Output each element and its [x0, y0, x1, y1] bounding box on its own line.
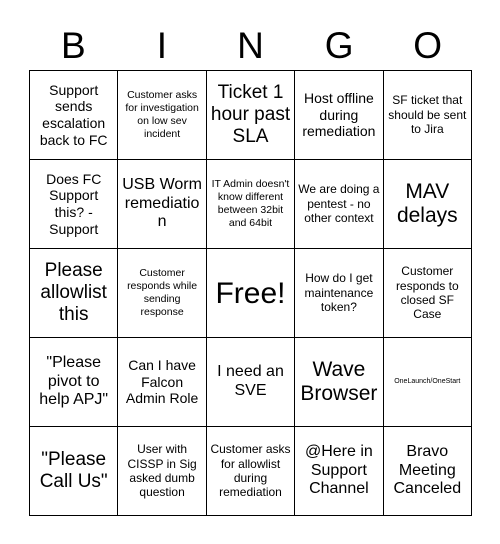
bingo-cell-label: "Please Call Us"	[39, 448, 108, 492]
header-letter-n: N	[237, 24, 264, 66]
bingo-cell[interactable]: "Please pivot to help APJ"	[30, 338, 119, 427]
bingo-cell[interactable]: "Please Call Us"	[30, 427, 119, 516]
bingo-cell-label: Customer asks for investigation on low s…	[125, 89, 199, 140]
bingo-cell-label: Free!	[215, 276, 286, 310]
bingo-cell-label: Ticket 1 hour past SLA	[210, 81, 291, 148]
bingo-cell-label: Can I have Falcon Admin Role	[125, 357, 199, 407]
bingo-cell[interactable]: SF ticket that should be sent to Jira	[383, 71, 472, 160]
header-letter-i: I	[156, 24, 168, 66]
bingo-cell-label: SF ticket that should be sent to Jira	[388, 93, 467, 137]
bingo-cell[interactable]: Customer asks for allowlist during remed…	[206, 427, 296, 516]
bingo-cell-label: OneLaunch/OneStart	[394, 377, 461, 385]
bingo-cell-label: User with CISSP in Sig asked dumb questi…	[127, 442, 197, 500]
bingo-cell[interactable]: Please allowlist this	[30, 249, 119, 338]
bingo-cell[interactable]: Free!	[206, 249, 296, 338]
bingo-cell[interactable]: OneLaunch/OneStart	[383, 338, 472, 427]
bingo-cell[interactable]: MAV delays	[383, 160, 472, 249]
bingo-cell-label: @Here in Support Channel	[304, 442, 373, 498]
bingo-cell-label: Host offline during remediation	[302, 90, 376, 140]
bingo-cell[interactable]: IT Admin doesn't know different between …	[206, 160, 296, 249]
bingo-card: B I N G O Support sends escalation back …	[0, 0, 500, 544]
bingo-cell[interactable]: Support sends escalation back to FC	[30, 71, 119, 160]
bingo-cell-label: Does FC Support this? - Support	[46, 170, 102, 237]
bingo-cell-label: Customer responds to closed SF Case	[395, 264, 459, 322]
header-letter-b: B	[60, 24, 86, 66]
bingo-cell-label: Customer responds while sending response	[127, 267, 198, 318]
bingo-grid: Support sends escalation back to FC Custo…	[29, 70, 472, 516]
bingo-cell[interactable]: I need an SVE	[206, 338, 296, 427]
bingo-cell-label: How do I get maintenance token?	[304, 271, 374, 315]
bingo-cell[interactable]: Customer responds to closed SF Case	[383, 249, 472, 338]
bingo-header: B I N G O	[29, 22, 472, 68]
bingo-cell-label: We are doing a pentest - no other contex…	[298, 182, 380, 226]
bingo-cell[interactable]: Can I have Falcon Admin Role	[118, 338, 207, 427]
bingo-cell[interactable]: Customer asks for investigation on low s…	[118, 71, 207, 160]
bingo-cell-label: I need an SVE	[217, 363, 284, 399]
bingo-cell-label: Support sends escalation back to FC	[39, 81, 108, 148]
bingo-cell-label: MAV delays	[396, 180, 458, 227]
bingo-cell[interactable]: Host offline during remediation	[295, 71, 384, 160]
bingo-cell[interactable]: We are doing a pentest - no other contex…	[295, 160, 384, 249]
bingo-cell[interactable]: Ticket 1 hour past SLA	[206, 71, 296, 160]
bingo-cell[interactable]: Does FC Support this? - Support	[30, 160, 119, 249]
bingo-cell-label: USB Worm remediation	[122, 175, 202, 231]
bingo-cell-label: Customer asks for allowlist during remed…	[210, 442, 291, 500]
bingo-cell[interactable]: Customer responds while sending response	[118, 249, 207, 338]
header-letter-o: O	[413, 24, 443, 66]
bingo-cell[interactable]: How do I get maintenance token?	[295, 249, 384, 338]
bingo-cell-label: Bravo Meeting Canceled	[393, 442, 462, 498]
bingo-cell[interactable]: Bravo Meeting Canceled	[383, 427, 472, 516]
bingo-cell-label: Wave Browser	[300, 358, 378, 405]
bingo-cell-label: Please allowlist this	[40, 259, 107, 326]
header-letter-g: G	[324, 24, 354, 66]
bingo-cell[interactable]: Wave Browser	[295, 338, 384, 427]
bingo-cell-label: IT Admin doesn't know different between …	[211, 178, 290, 229]
bingo-cell[interactable]: @Here in Support Channel	[295, 427, 384, 516]
bingo-cell[interactable]: User with CISSP in Sig asked dumb questi…	[118, 427, 207, 516]
bingo-cell-label: "Please pivot to help APJ"	[39, 353, 109, 409]
bingo-cell[interactable]: USB Worm remediation	[118, 160, 207, 249]
